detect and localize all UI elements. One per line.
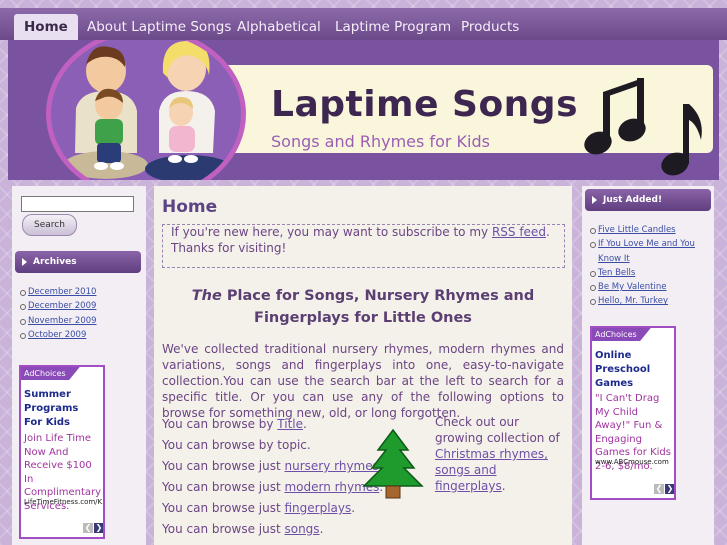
list-item: If You Love Me and You Know It — [589, 237, 709, 266]
prev-arrow-icon[interactable]: ❮ — [83, 523, 93, 533]
browse-songs-link[interactable]: songs — [284, 522, 319, 536]
browse-item: You can browse just nursery rhymes. — [162, 456, 383, 477]
archive-link[interactable]: November 2009 — [28, 316, 97, 326]
list-item: Ten Bells — [589, 266, 709, 280]
just-added-title: Just Added! — [603, 195, 663, 205]
search-input[interactable] — [21, 196, 134, 212]
site-tagline: Songs and Rhymes for Kids — [271, 132, 490, 151]
next-arrow-icon[interactable]: ❯ — [665, 484, 674, 494]
just-added-list: Five Little Candles If You Love Me and Y… — [589, 223, 709, 309]
nav-home[interactable]: Home — [14, 14, 78, 40]
list-item: December 2010 — [19, 285, 141, 299]
browse-prefix: You can browse just — [162, 480, 285, 494]
ad-preschool-games[interactable]: AdChoices Online Preschool Games "I Can'… — [590, 326, 676, 500]
main-content: Home If you're new here, you may want to… — [154, 186, 572, 545]
browse-prefix: You can browse by — [162, 417, 278, 431]
headline-line1: Place for Songs, Nursery Rhymes and — [221, 288, 535, 304]
browse-item: You can browse just songs. — [162, 519, 352, 540]
ad-summer-programs[interactable]: AdChoices Summer Programs For Kids Join … — [19, 365, 105, 539]
nav-about[interactable]: About Laptime Songs — [77, 14, 241, 40]
nav-alphabetical[interactable]: Alphabetical — [227, 14, 331, 40]
recent-song-link[interactable]: Be My Valentine — [598, 282, 666, 292]
list-item: November 2009 — [19, 314, 141, 328]
music-notes-icon — [584, 78, 702, 176]
browse-prefix: You can browse just — [162, 522, 285, 536]
main-nav: Home About Laptime Songs Alphabetical La… — [0, 8, 727, 40]
browse-suffix: . — [319, 522, 324, 536]
site-header: Laptime Songs Songs and Rhymes for Kids — [8, 40, 719, 180]
next-arrow-icon[interactable]: ❯ — [94, 523, 103, 533]
list-item: Hello, Mr. Turkey — [589, 294, 709, 308]
browse-prefix: You can browse just — [162, 459, 285, 473]
browse-prefix: You can browse just — [162, 501, 285, 515]
headline: The Place for Songs, Nursery Rhymes and … — [154, 285, 572, 329]
archive-link[interactable]: December 2009 — [28, 301, 96, 311]
christmas-promo: Check out our growing collection of Chri… — [435, 414, 565, 494]
archives-title: Archives — [33, 257, 77, 267]
list-item: Be My Valentine — [589, 280, 709, 294]
browse-options: You can browse by Title. You can browse … — [162, 414, 383, 540]
christmas-link[interactable]: Christmas rhymes, songs and fingerplays — [435, 447, 548, 493]
ad-title[interactable]: Online Preschool Games — [595, 349, 671, 391]
ad-title[interactable]: Summer Programs For Kids — [24, 388, 100, 430]
ad-pager: ❮ ❯ — [654, 484, 674, 494]
recent-song-link[interactable]: Five Little Candles — [598, 225, 676, 235]
christmas-tree-icon — [362, 428, 424, 499]
browse-suffix: . — [303, 417, 307, 431]
ad-choices-badge[interactable]: AdChoices — [592, 328, 651, 341]
left-sidebar: Search Archives December 2010 December 2… — [12, 186, 146, 545]
prev-arrow-icon[interactable]: ❮ — [654, 484, 664, 494]
right-sidebar: Just Added! Five Little Candles If You L… — [582, 186, 714, 545]
intro-paragraph: We've collected traditional nursery rhym… — [162, 342, 564, 420]
browse-item: You can browse by Title. — [162, 414, 352, 435]
page-title: Home — [162, 197, 218, 217]
subscribe-notice: If you're new here, you may want to subs… — [162, 224, 565, 268]
list-item: Five Little Candles — [589, 223, 709, 237]
christmas-promo-text: Check out our growing collection of — [435, 415, 560, 445]
nav-products[interactable]: Products — [451, 14, 529, 40]
rss-feed-link[interactable]: RSS feed — [492, 225, 546, 239]
ad-url[interactable]: www.ABCmouse.com — [595, 458, 669, 466]
search-button[interactable]: Search — [22, 214, 77, 236]
site-title[interactable]: Laptime Songs — [271, 84, 578, 125]
notice-text: If you're new here, you may want to subs… — [171, 225, 492, 239]
ad-pager: ❮ ❯ — [83, 523, 103, 533]
list-item: October 2009 — [19, 328, 141, 342]
christmas-promo-end: . — [501, 479, 506, 493]
browse-suffix: . — [351, 501, 356, 515]
family-illustration-icon — [46, 40, 246, 180]
browse-item: You can browse just modern rhymes. — [162, 477, 383, 498]
recent-song-link[interactable]: If You Love Me and You Know It — [598, 239, 695, 263]
browse-item: You can browse just fingerplays. — [162, 498, 356, 519]
ad-url[interactable]: LifeTimeFitness.com/K... — [24, 498, 103, 506]
list-item: December 2009 — [19, 299, 141, 313]
browse-title-link[interactable]: Title — [277, 417, 303, 431]
recent-song-link[interactable]: Ten Bells — [598, 268, 635, 278]
archives-heading: Archives — [15, 251, 141, 273]
browse-item: You can browse by topic. — [162, 435, 352, 456]
headline-emphasis: The — [191, 288, 222, 304]
archive-link[interactable]: December 2010 — [28, 287, 96, 297]
recent-song-link[interactable]: Hello, Mr. Turkey — [598, 296, 668, 306]
headline-line2: Fingerplays for Little Ones — [254, 310, 472, 326]
archives-list: December 2010 December 2009 November 200… — [19, 285, 141, 342]
archive-link[interactable]: October 2009 — [28, 330, 86, 340]
ad-choices-badge[interactable]: AdChoices — [21, 367, 80, 380]
browse-fingerplays-link[interactable]: fingerplays — [284, 501, 351, 515]
nav-laptime-program[interactable]: Laptime Program — [325, 14, 461, 40]
browse-prefix: You can browse by topic. — [162, 438, 311, 452]
just-added-heading: Just Added! — [585, 189, 711, 211]
